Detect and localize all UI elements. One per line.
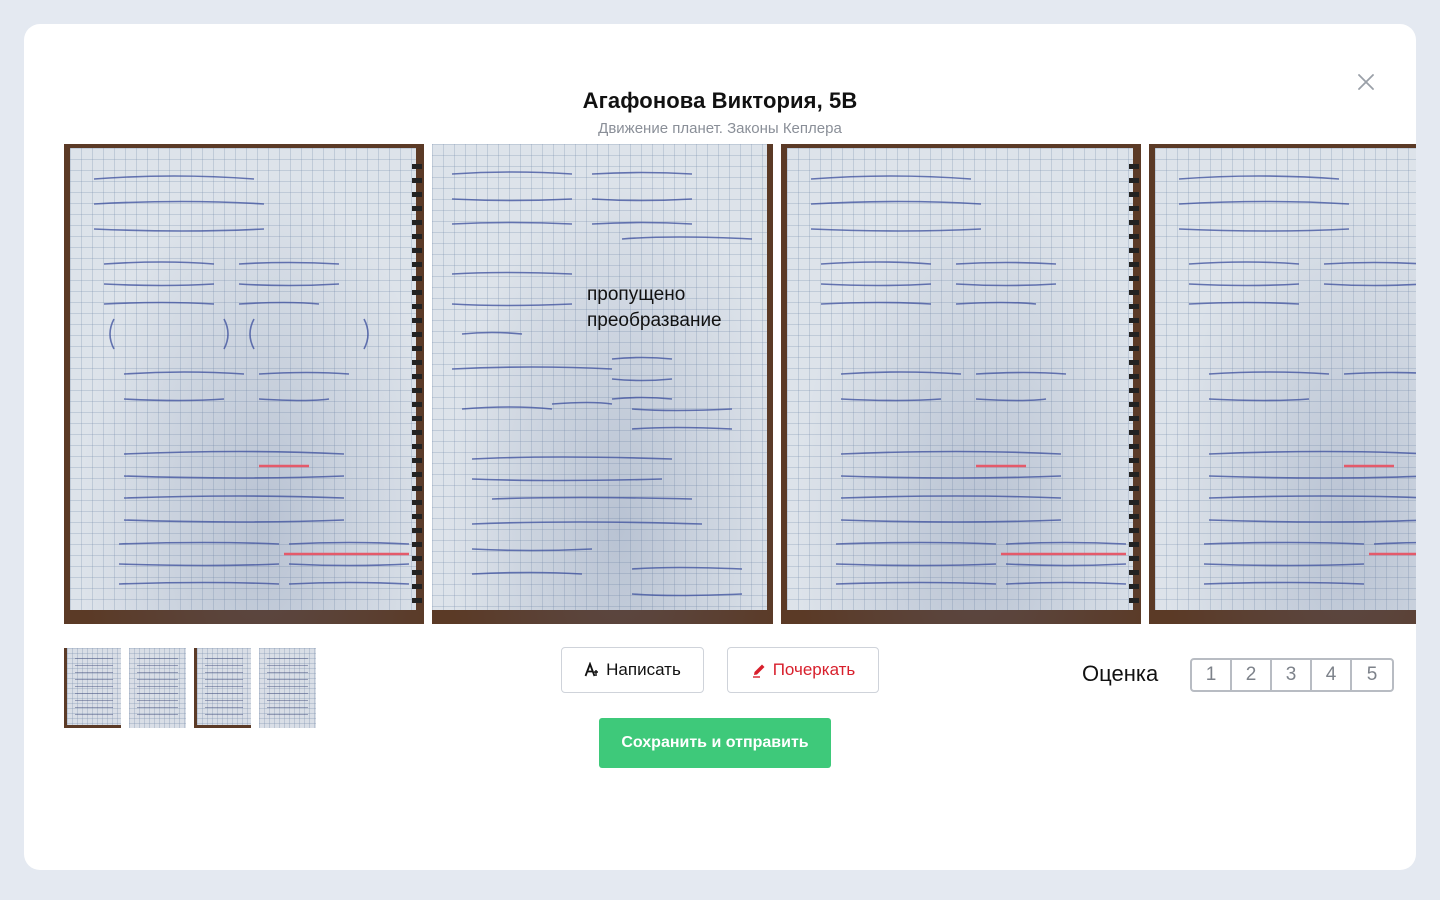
grade-option-4[interactable]: 4 xyxy=(1312,660,1352,690)
thumbnail-2[interactable] xyxy=(129,648,186,728)
student-work-modal: Агафонова Виктория, 5В Движение планет. … xyxy=(24,24,1416,870)
pencil-icon xyxy=(752,664,765,678)
photo-page-2[interactable]: пропущено преобразвание xyxy=(432,144,773,624)
handwriting-image xyxy=(810,175,1127,585)
thumbnail-1[interactable] xyxy=(64,648,121,728)
photo-strip[interactable]: пропущено преобразвание xyxy=(64,144,1416,624)
write-button[interactable]: Написать xyxy=(561,647,704,693)
close-icon xyxy=(1358,74,1374,90)
thumbnail-3[interactable] xyxy=(194,648,251,728)
text-icon xyxy=(584,662,599,677)
annotation-line: преобразвание xyxy=(587,310,722,331)
handwriting-image xyxy=(1178,175,1416,585)
grade-label: Оценка xyxy=(1082,661,1159,686)
grade-option-3[interactable]: 3 xyxy=(1272,660,1312,690)
annotation-line: пропущено xyxy=(587,284,686,305)
handwriting-image xyxy=(93,175,410,585)
photo-page-1[interactable] xyxy=(64,144,424,624)
thumbnail-list xyxy=(64,648,316,728)
cross-out-button[interactable]: Почеркать xyxy=(727,647,879,693)
write-button-label: Написать xyxy=(606,660,681,679)
grade-option-2[interactable]: 2 xyxy=(1232,660,1272,690)
grade-selector: 1 2 3 4 5 xyxy=(1190,658,1394,692)
cross-out-button-label: Почеркать xyxy=(772,660,856,679)
handwriting-image xyxy=(451,171,753,597)
page-subtitle: Движение планет. Законы Кеплера xyxy=(598,120,842,137)
page-title: Агафонова Виктория, 5В xyxy=(582,88,858,113)
save-and-send-button[interactable]: Сохранить и отправить xyxy=(599,718,831,768)
grade-option-1[interactable]: 1 xyxy=(1192,660,1232,690)
correction-annotation: пропущено преобразвание xyxy=(587,282,722,334)
thumbnail-4[interactable] xyxy=(259,648,316,728)
photo-page-4[interactable] xyxy=(1149,144,1416,624)
close-button[interactable] xyxy=(1354,70,1378,94)
modal-header: Агафонова Виктория, 5В Движение планет. … xyxy=(24,88,1416,137)
photo-page-3[interactable] xyxy=(781,144,1141,624)
grade-option-5[interactable]: 5 xyxy=(1352,660,1392,690)
